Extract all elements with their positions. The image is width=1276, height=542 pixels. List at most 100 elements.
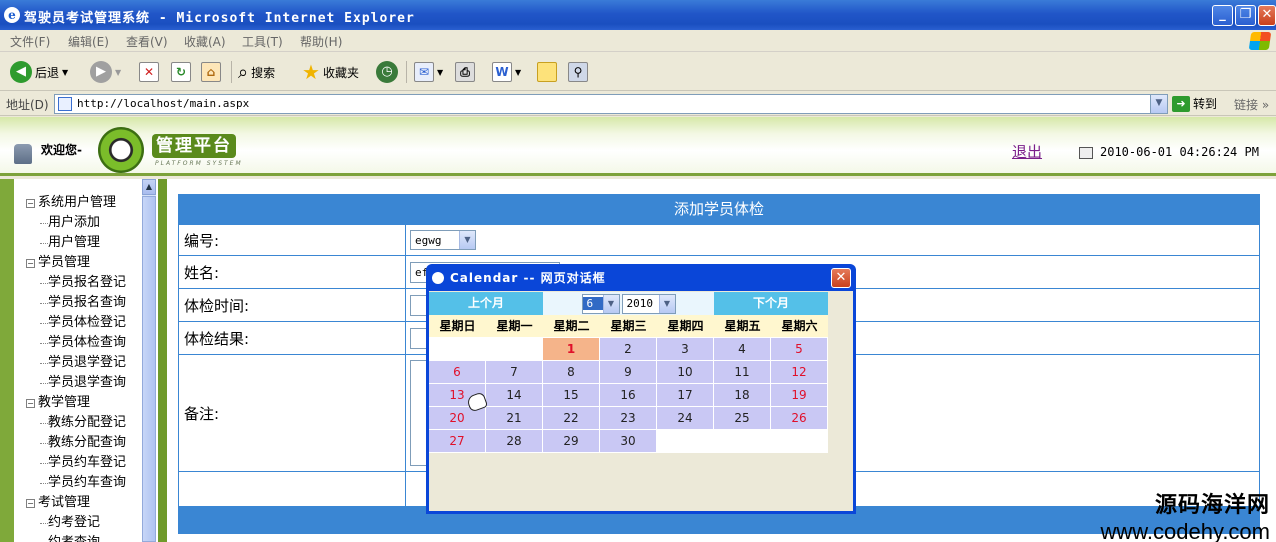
watermark-line2: www.codehy.com — [1100, 519, 1270, 542]
logout-link[interactable]: 退出 — [1012, 141, 1042, 162]
year-select[interactable]: 2010 ▼ — [621, 293, 676, 314]
calendar-day[interactable]: 12 — [771, 361, 827, 383]
logo-subtitle: PLATFORM SYSTEM — [155, 160, 243, 167]
menu-view[interactable]: 查看(V) — [126, 33, 168, 50]
calendar-day[interactable]: 5 — [771, 338, 827, 360]
nav-item-exam-register[interactable]: 学员体检登记 — [26, 313, 126, 333]
calendar-day[interactable]: 24 — [657, 407, 713, 429]
nav-item-coach-assign-query[interactable]: 教练分配查询 — [26, 433, 126, 453]
calendar-day[interactable]: 14 — [486, 384, 542, 406]
refresh-button[interactable]: ↻ — [171, 59, 191, 85]
discuss-button[interactable] — [537, 59, 557, 85]
calendar-day[interactable]: 4 — [714, 338, 770, 360]
print-button[interactable]: ⎙ — [455, 59, 475, 85]
nav-group-students[interactable]: − 学员管理 — [26, 253, 126, 273]
nav-item-user-add[interactable]: 用户添加 — [26, 213, 126, 233]
calendar-day[interactable]: 2 — [600, 338, 656, 360]
home-button[interactable]: ⌂ — [201, 59, 221, 85]
menu-file[interactable]: 文件(F) — [10, 33, 50, 50]
address-input[interactable]: http://localhost/main.aspx ▼ — [54, 94, 1168, 114]
nav-item-user-manage[interactable]: 用户管理 — [26, 233, 126, 253]
back-arrow-icon: ◀ — [10, 61, 32, 83]
nav-group-label: 考试管理 — [38, 495, 91, 510]
calendar-day[interactable]: 30 — [600, 430, 656, 452]
calendar-day[interactable]: 15 — [543, 384, 599, 406]
nav-item-exam-query[interactable]: 学员体检查询 — [26, 333, 126, 353]
ie-icon: e — [4, 7, 20, 23]
calendar-day[interactable]: 19 — [771, 384, 827, 406]
calendar-day[interactable]: 6 — [429, 361, 485, 383]
calendar-day[interactable]: 10 — [657, 361, 713, 383]
address-dropdown-icon[interactable]: ▼ — [1150, 95, 1167, 113]
calendar-day[interactable]: 16 — [600, 384, 656, 406]
nav-group-teaching[interactable]: − 教学管理 — [26, 393, 126, 413]
nav-group-exams[interactable]: − 考试管理 — [26, 493, 126, 513]
calendar-day[interactable]: 7 — [486, 361, 542, 383]
dialog-close-button[interactable]: ✕ — [831, 268, 851, 288]
dropdown-arrow-icon: ▼ — [115, 67, 122, 77]
maximize-button[interactable]: ❐ — [1235, 5, 1256, 26]
id-select[interactable]: egwg ▼ — [410, 230, 476, 250]
calendar-day[interactable]: 23 — [600, 407, 656, 429]
edit-button[interactable]: W ▼ — [492, 59, 521, 85]
collapse-icon[interactable]: − — [26, 198, 35, 208]
calendar-day[interactable]: 22 — [543, 407, 599, 429]
close-button[interactable]: ✕ — [1258, 5, 1276, 26]
star-icon: ★ — [302, 60, 320, 84]
nav-item-enroll-register[interactable]: 学员报名登记 — [26, 273, 126, 293]
calendar-day[interactable]: 1 — [543, 338, 599, 360]
word-icon: W — [492, 62, 512, 82]
next-month-button[interactable]: 下个月 — [714, 292, 828, 315]
nav-item-exam-booking-register[interactable]: 约考登记 — [26, 513, 126, 533]
favorites-button[interactable]: ★ 收藏夹 — [302, 59, 359, 85]
exam-result-label: 体检结果: — [179, 322, 406, 354]
calendar-day[interactable]: 21 — [486, 407, 542, 429]
links-button[interactable]: 链接 » — [1234, 96, 1269, 113]
month-select[interactable]: 6 ▼ — [581, 293, 620, 314]
research-icon: ⚲ — [568, 62, 588, 82]
calendar-day[interactable]: 11 — [714, 361, 770, 383]
prev-month-button[interactable]: 上个月 — [429, 292, 543, 315]
nav-item-withdraw-query[interactable]: 学员退学查询 — [26, 373, 126, 393]
nav-group-system-users[interactable]: − 系统用户管理 — [26, 193, 126, 213]
collapse-icon[interactable]: − — [26, 398, 35, 408]
nav-item-car-booking-register[interactable]: 学员约车登记 — [26, 453, 126, 473]
calendar-day[interactable]: 9 — [600, 361, 656, 383]
menu-edit[interactable]: 编辑(E) — [68, 33, 109, 50]
calendar-empty-cell — [486, 338, 542, 360]
nav-item-car-booking-query[interactable]: 学员约车查询 — [26, 473, 126, 493]
mail-button[interactable]: ✉ ▼ — [414, 59, 443, 85]
dialog-body: 上个月 6 ▼ 2010 ▼ 下个月 星期日 星期一 星期二 星期三 星期四 星期五… — [429, 291, 853, 511]
nav-item-enroll-query[interactable]: 学员报名查询 — [26, 293, 126, 313]
scroll-thumb[interactable] — [142, 196, 156, 542]
menu-help[interactable]: 帮助(H) — [300, 33, 342, 50]
collapse-icon[interactable]: − — [26, 258, 35, 268]
stop-button[interactable]: ✕ — [139, 59, 159, 85]
calendar-day[interactable]: 29 — [543, 430, 599, 452]
calendar-day[interactable]: 17 — [657, 384, 713, 406]
nav-item-withdraw-register[interactable]: 学员退学登记 — [26, 353, 126, 373]
menu-tools[interactable]: 工具(T) — [242, 33, 283, 50]
calendar-day[interactable]: 28 — [486, 430, 542, 452]
back-button[interactable]: ◀ 后退 ▼ — [10, 59, 68, 85]
month-value: 6 — [582, 297, 603, 310]
calendar-day[interactable]: 26 — [771, 407, 827, 429]
calendar-day[interactable]: 27 — [429, 430, 485, 452]
nav-item-exam-booking-query[interactable]: 约考查询 — [26, 533, 126, 542]
calendar-day[interactable]: 3 — [657, 338, 713, 360]
history-button[interactable]: ◷ — [376, 59, 398, 85]
menu-favorites[interactable]: 收藏(A) — [184, 33, 226, 50]
research-button[interactable]: ⚲ — [568, 59, 588, 85]
calendar-day[interactable]: 18 — [714, 384, 770, 406]
go-button[interactable]: ➜ 转到 — [1172, 95, 1217, 112]
forward-button[interactable]: ▶ ▼ — [90, 59, 121, 85]
sidebar-scrollbar[interactable]: ▲ — [142, 179, 156, 542]
id-select-value: egwg — [415, 233, 442, 247]
scroll-up-icon[interactable]: ▲ — [142, 179, 156, 195]
nav-item-coach-assign-register[interactable]: 教练分配登记 — [26, 413, 126, 433]
collapse-icon[interactable]: − — [26, 498, 35, 508]
minimize-button[interactable]: _ — [1212, 5, 1233, 26]
search-button[interactable]: ⌕ 搜索 — [238, 59, 275, 85]
calendar-day[interactable]: 8 — [543, 361, 599, 383]
calendar-day[interactable]: 25 — [714, 407, 770, 429]
